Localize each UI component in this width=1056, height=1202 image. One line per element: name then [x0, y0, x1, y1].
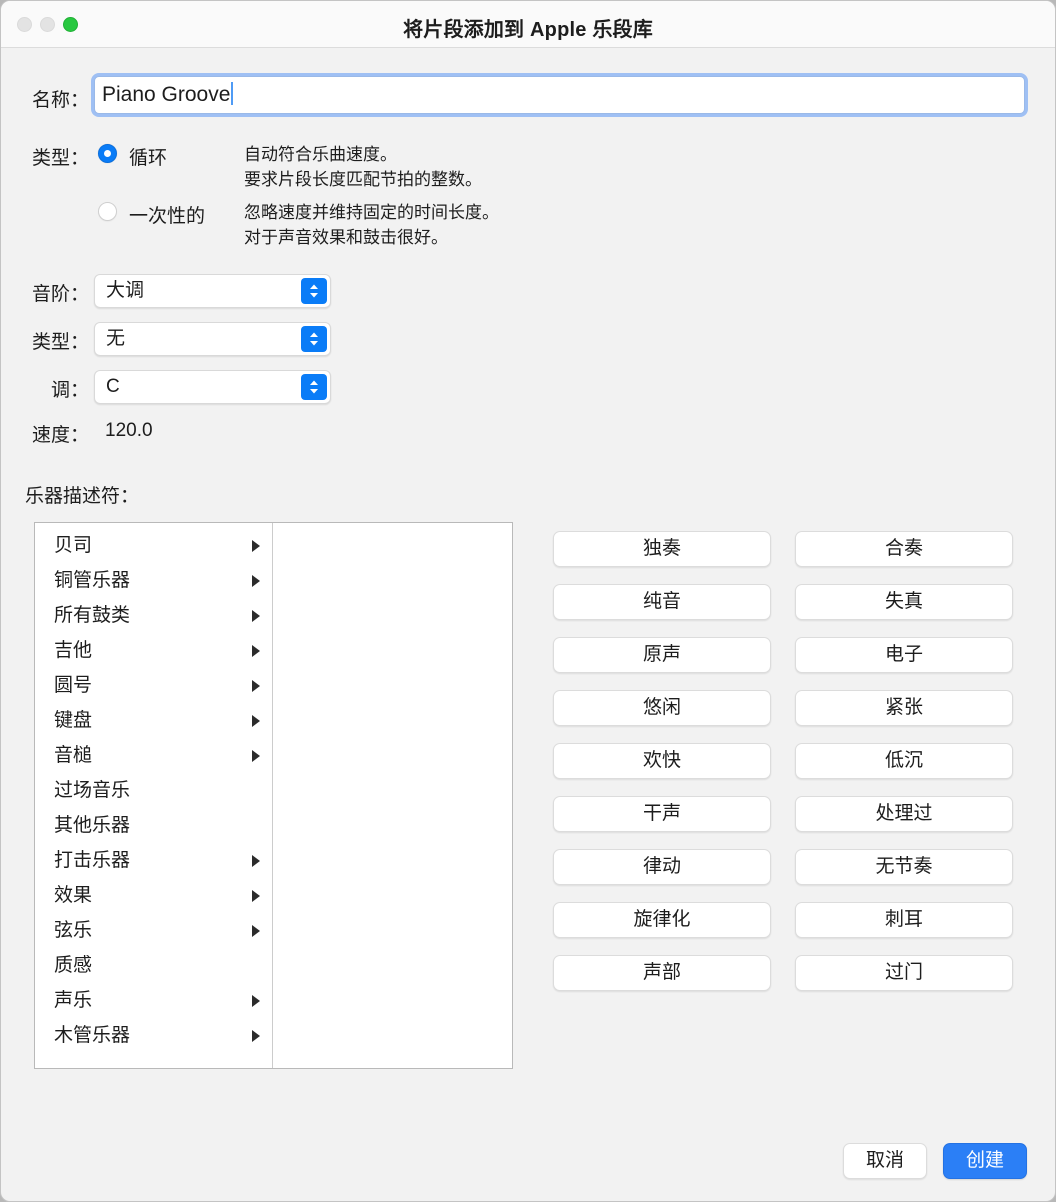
radio-oneshot-icon[interactable] [98, 202, 117, 221]
chevron-right-icon [252, 644, 260, 657]
descriptor-tag-button[interactable]: 旋律化 [553, 902, 771, 938]
category-popup-value: 无 [106, 328, 126, 349]
radio-oneshot-description-line2: 对于声音效果和鼓击很好。 [244, 228, 448, 247]
chevron-right-icon [252, 574, 260, 587]
browser-item[interactable]: 弦乐 [35, 913, 272, 948]
chevron-right-icon [252, 539, 260, 552]
browser-item[interactable]: 圆号 [35, 668, 272, 703]
browser-item-label: 音槌 [54, 745, 93, 766]
descriptor-tag-button[interactable]: 原声 [553, 637, 771, 673]
name-input[interactable]: Piano Groove [94, 76, 1025, 114]
browser-item-label: 吉他 [54, 640, 93, 661]
browser-item-label: 打击乐器 [54, 850, 131, 871]
browser-item-label: 圆号 [54, 675, 93, 696]
browser-item-label: 质感 [54, 955, 93, 976]
browser-item-label: 木管乐器 [54, 1025, 131, 1046]
add-loop-dialog-window: 将片段添加到 Apple 乐段库 名称： Piano Groove 类型： 循环… [0, 0, 1056, 1202]
descriptor-tag-button[interactable]: 刺耳 [795, 902, 1013, 938]
chevron-up-down-icon[interactable] [301, 326, 327, 352]
chevron-up-down-icon[interactable] [301, 278, 327, 304]
descriptor-tag-button[interactable]: 干声 [553, 796, 771, 832]
window-titlebar: 将片段添加到 Apple 乐段库 [1, 1, 1055, 48]
browser-item-label: 弦乐 [54, 920, 93, 941]
browser-item-label: 贝司 [54, 535, 93, 556]
browser-item[interactable]: 声乐 [35, 983, 272, 1018]
key-popup-value: C [106, 376, 120, 397]
browser-item-label: 键盘 [54, 710, 93, 731]
type-label: 类型： [31, 148, 89, 169]
category-label: 类型： [31, 332, 89, 353]
name-input-value-wrap: Piano Groove [102, 77, 234, 113]
radio-oneshot-label: 一次性的 [129, 206, 206, 227]
browser-column-subcategories[interactable] [273, 523, 512, 1068]
dialog-footer: 取消 创建 [842, 1143, 1027, 1179]
radio-loop-description-line2: 要求片段长度匹配节拍的整数。 [244, 170, 482, 189]
name-label: 名称： [31, 90, 89, 111]
key-label: 调： [50, 380, 89, 401]
scale-label: 音阶： [31, 284, 89, 305]
browser-item[interactable]: 吉他 [35, 633, 272, 668]
browser-item-label: 所有鼓类 [54, 605, 131, 626]
browser-column-categories[interactable]: 贝司铜管乐器所有鼓类吉他圆号键盘音槌过场音乐其他乐器打击乐器效果弦乐质感声乐木管… [35, 523, 273, 1068]
browser-item-label: 其他乐器 [54, 815, 131, 836]
browser-item[interactable]: 效果 [35, 878, 272, 913]
tempo-value: 120.0 [105, 420, 153, 441]
scale-popup-button[interactable]: 大调 [94, 274, 331, 308]
chevron-right-icon [252, 994, 260, 1007]
browser-item-label: 效果 [54, 885, 93, 906]
browser-item-label: 铜管乐器 [54, 570, 131, 591]
browser-item[interactable]: 质感 [35, 948, 272, 983]
browser-item[interactable]: 贝司 [35, 528, 272, 563]
browser-item[interactable]: 打击乐器 [35, 843, 272, 878]
radio-loop-icon[interactable] [98, 144, 117, 163]
descriptor-tag-button[interactable]: 悠闲 [553, 690, 771, 726]
chevron-right-icon [252, 854, 260, 867]
descriptor-tag-button[interactable]: 过门 [795, 955, 1013, 991]
chevron-right-icon [252, 609, 260, 622]
scale-popup-value: 大调 [106, 280, 145, 301]
descriptor-tag-button[interactable]: 无节奏 [795, 849, 1013, 885]
descriptor-tag-button[interactable]: 失真 [795, 584, 1013, 620]
browser-item-label: 声乐 [54, 990, 93, 1011]
browser-item[interactable]: 过场音乐 [35, 773, 272, 808]
descriptor-tag-grid: 独奏 合奏 纯音 失真 原声 电子 悠闲 紧张 欢快 低沉 干声 处理过 律动 无节奏 旋律化 刺耳 声部 过门 [553, 531, 1013, 991]
browser-item[interactable]: 铜管乐器 [35, 563, 272, 598]
chevron-right-icon [252, 889, 260, 902]
descriptor-tag-button[interactable]: 律动 [553, 849, 771, 885]
descriptor-tag-button[interactable]: 电子 [795, 637, 1013, 673]
cancel-button[interactable]: 取消 [842, 1143, 927, 1179]
radio-loop-label: 循环 [129, 148, 168, 169]
category-popup-button[interactable]: 无 [94, 322, 331, 356]
chevron-right-icon [252, 749, 260, 762]
window-title: 将片段添加到 Apple 乐段库 [403, 19, 653, 41]
chevron-right-icon [252, 924, 260, 937]
browser-item[interactable]: 音槌 [35, 738, 272, 773]
name-input-value: Piano Groove [102, 83, 231, 106]
descriptor-tag-button[interactable]: 声部 [553, 955, 771, 991]
browser-item[interactable]: 其他乐器 [35, 808, 272, 843]
browser-item[interactable]: 所有鼓类 [35, 598, 272, 633]
descriptor-tag-button[interactable]: 独奏 [553, 531, 771, 567]
chevron-up-down-icon[interactable] [301, 374, 327, 400]
descriptor-section-heading: 乐器描述符： [25, 486, 140, 507]
browser-item[interactable]: 木管乐器 [35, 1018, 272, 1053]
chevron-right-icon [252, 714, 260, 727]
chevron-right-icon [252, 679, 260, 692]
text-caret [231, 82, 234, 105]
key-popup-button[interactable]: C [94, 370, 331, 404]
descriptor-tag-button[interactable]: 欢快 [553, 743, 771, 779]
radio-loop-description-line1: 自动符合乐曲速度。 [244, 145, 397, 164]
descriptor-tag-button[interactable]: 纯音 [553, 584, 771, 620]
instrument-descriptor-browser[interactable]: 贝司铜管乐器所有鼓类吉他圆号键盘音槌过场音乐其他乐器打击乐器效果弦乐质感声乐木管… [34, 522, 513, 1069]
tempo-label: 速度： [31, 425, 89, 446]
descriptor-tag-button[interactable]: 紧张 [795, 690, 1013, 726]
chevron-right-icon [252, 1029, 260, 1042]
radio-oneshot-description-line1: 忽略速度并维持固定的时间长度。 [244, 203, 499, 222]
create-button[interactable]: 创建 [942, 1143, 1027, 1179]
browser-item[interactable]: 键盘 [35, 703, 272, 738]
descriptor-tag-button[interactable]: 低沉 [795, 743, 1013, 779]
descriptor-tag-button[interactable]: 合奏 [795, 531, 1013, 567]
descriptor-tag-button[interactable]: 处理过 [795, 796, 1013, 832]
browser-item-label: 过场音乐 [54, 780, 131, 801]
